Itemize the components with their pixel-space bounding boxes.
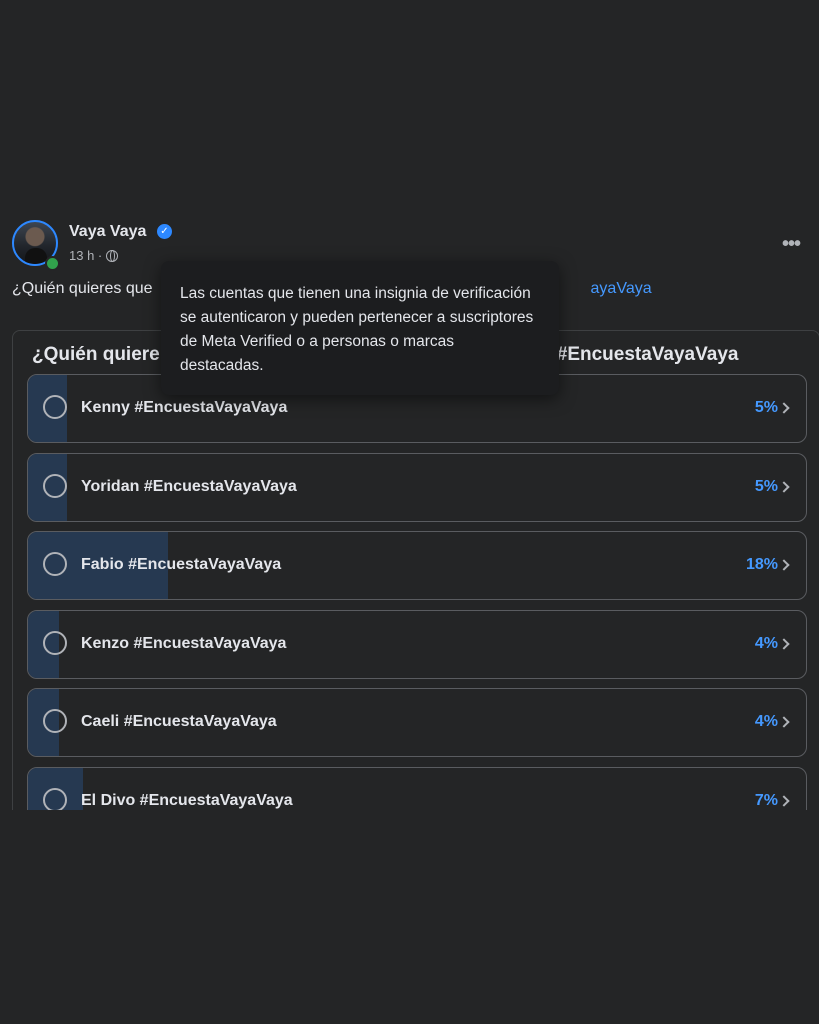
chevron-right-icon[interactable]: [778, 795, 790, 807]
poll-option-percent[interactable]: 5%: [755, 399, 778, 417]
poll-option-percent[interactable]: 4%: [755, 713, 778, 731]
post-meta: 13 h ·: [69, 248, 119, 263]
poll-option[interactable]: Yoridan #EncuestaVayaVaya 5%: [27, 453, 807, 522]
radio-button[interactable]: [43, 474, 67, 498]
chevron-right-icon[interactable]: [778, 402, 790, 414]
poll-option-label: El Divo #EncuestaVayaVaya: [81, 792, 293, 809]
poll-option[interactable]: Fabio #EncuestaVayaVaya 18%: [27, 531, 807, 600]
poll-option-percent[interactable]: 7%: [755, 792, 778, 810]
online-status-dot: [45, 256, 60, 271]
poll-option-label: Fabio #EncuestaVayaVaya: [81, 556, 282, 573]
poll-option-percent[interactable]: 18%: [746, 556, 778, 574]
poll-option-label: Caeli #EncuestaVayaVaya: [81, 713, 277, 730]
verified-badge-icon[interactable]: ✓: [157, 224, 172, 239]
author-name[interactable]: Vaya Vaya: [69, 223, 146, 241]
radio-button[interactable]: [43, 631, 67, 655]
poll-option[interactable]: Kenzo #EncuestaVayaVaya 4%: [27, 610, 807, 679]
chevron-right-icon[interactable]: [778, 638, 790, 650]
poll-option-label: Yoridan #EncuestaVayaVaya: [81, 478, 297, 495]
poll-question-hashtag: #EncuestaVayaVaya: [556, 344, 739, 365]
radio-button[interactable]: [43, 709, 67, 733]
poll-option-label: Kenny #EncuestaVayaVaya: [81, 399, 288, 416]
chevron-right-icon[interactable]: [778, 716, 790, 728]
chevron-right-icon[interactable]: [778, 481, 790, 493]
radio-button[interactable]: [43, 395, 67, 419]
caption-text: ¿Quién quieres que: [12, 280, 153, 297]
verified-tooltip: Las cuentas que tienen una insignia de v…: [161, 261, 559, 395]
post-time[interactable]: 13 h ·: [69, 248, 102, 263]
poll-question-text: ¿Quién quiere: [32, 344, 160, 365]
poll-card: ¿Quién quiere #EncuestaVayaVaya Kenny #En…: [12, 330, 819, 810]
poll-option-percent[interactable]: 5%: [755, 478, 778, 496]
chevron-right-icon[interactable]: [778, 559, 790, 571]
poll-option[interactable]: Caeli #EncuestaVayaVaya 4%: [27, 688, 807, 757]
more-options-icon[interactable]: •••: [782, 233, 801, 256]
radio-button[interactable]: [43, 552, 67, 576]
caption-hashtag[interactable]: ayaVaya: [591, 280, 652, 297]
globe-icon: [106, 249, 119, 262]
avatar-figure: [25, 248, 47, 264]
radio-button[interactable]: [43, 788, 67, 810]
poll-option-percent[interactable]: 4%: [755, 635, 778, 653]
poll-option-label: Kenzo #EncuestaVayaVaya: [81, 635, 287, 652]
poll-option[interactable]: El Divo #EncuestaVayaVaya 7%: [27, 767, 807, 810]
